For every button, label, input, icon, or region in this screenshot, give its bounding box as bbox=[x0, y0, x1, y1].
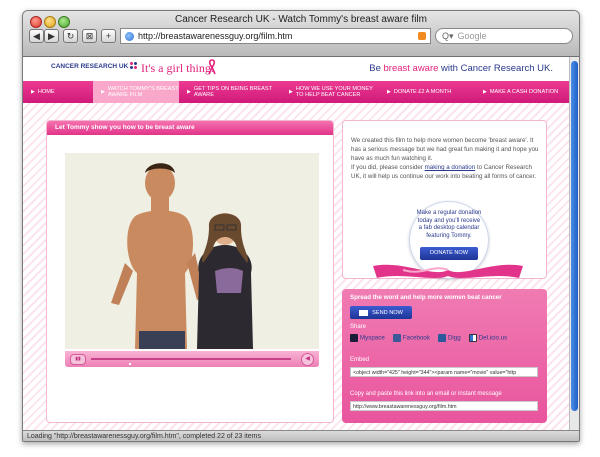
video-controls: ▮▮ ◀ bbox=[65, 351, 319, 367]
scrollbar-thumb[interactable] bbox=[571, 61, 578, 411]
video-player-panel: Let Tommy show you how to be breast awar… bbox=[46, 120, 334, 423]
share-panel: Spread the word and help more women beat… bbox=[342, 289, 547, 423]
myspace-icon bbox=[350, 334, 358, 342]
cancer-research-logo[interactable]: CANCER RESEARCH UK bbox=[51, 62, 139, 71]
embed-label: Embed bbox=[350, 357, 370, 363]
arrow-right-icon: ▶ bbox=[387, 88, 391, 95]
forward-arrow-icon: ▶ bbox=[48, 30, 55, 41]
nav-item-donate-monthly[interactable]: ▶ DONATE £2 A MONTH bbox=[379, 81, 475, 103]
vertical-scrollbar[interactable] bbox=[569, 57, 579, 430]
page-content: CANCER RESEARCH UK It's a girl thing. Be… bbox=[23, 57, 569, 430]
share-label: Share bbox=[350, 324, 367, 330]
plus-icon: + bbox=[105, 31, 112, 41]
arrow-right-icon: ▶ bbox=[187, 88, 191, 95]
site-header: CANCER RESEARCH UK It's a girl thing. Be… bbox=[23, 57, 569, 81]
play-icon: ▮▮ bbox=[75, 356, 81, 362]
tagline: It's a girl thing. bbox=[141, 61, 214, 75]
player-title: Let Tommy show you how to be breast awar… bbox=[47, 121, 333, 135]
share-myspace-link[interactable]: Myspace bbox=[350, 334, 385, 342]
brand-slogan: Be breast aware with Cancer Research UK. bbox=[369, 63, 553, 74]
logo-text: CANCER RESEARCH UK bbox=[51, 63, 129, 70]
arrow-right-icon: ▶ bbox=[31, 88, 35, 95]
nav-item-home[interactable]: ▶ HOME bbox=[23, 81, 93, 103]
back-button[interactable]: ◀ bbox=[29, 29, 44, 43]
address-text: http://breastawarenessguy.org/film.htm bbox=[138, 31, 293, 41]
volume-button[interactable]: ◀ bbox=[301, 353, 314, 366]
copy-link-label: Copy and paste this link into an email o… bbox=[350, 391, 502, 397]
bookmark-icon: ⊠ bbox=[85, 30, 94, 41]
send-now-button[interactable]: SEND NOW bbox=[350, 306, 412, 319]
back-arrow-icon: ◀ bbox=[33, 30, 40, 41]
calendar-offer-text: Make a regular donation today and you'll… bbox=[416, 210, 482, 239]
search-placeholder: Google bbox=[457, 31, 487, 41]
arrow-right-icon: ▶ bbox=[289, 88, 293, 95]
browser-titlebar: Cancer Research UK - Watch Tommy's breas… bbox=[23, 11, 579, 57]
speaker-icon: ◀ bbox=[305, 356, 310, 362]
delicious-icon bbox=[468, 334, 477, 342]
making-donation-link[interactable]: making a donation bbox=[425, 164, 476, 171]
info-panel: We created this film to help more women … bbox=[342, 120, 547, 279]
digg-icon bbox=[437, 334, 446, 342]
envelope-icon bbox=[359, 309, 369, 316]
pink-ribbon-icon bbox=[208, 59, 216, 75]
globe-icon bbox=[125, 31, 134, 41]
rss-icon[interactable] bbox=[418, 32, 426, 40]
status-bar: Loading "http://breastawarenessguy.org/f… bbox=[23, 430, 579, 441]
facebook-icon bbox=[392, 334, 401, 342]
share-link-field[interactable]: http://www.breastawarenessguy.org/film.h… bbox=[350, 401, 538, 411]
share-links: Myspace Facebook Digg Del.icio.us bbox=[350, 334, 507, 342]
browser-window: Cancer Research UK - Watch Tommy's breas… bbox=[22, 10, 580, 442]
video-still-image bbox=[65, 153, 319, 349]
arrow-right-icon: ▶ bbox=[101, 88, 105, 95]
bookmark-button[interactable]: ⊠ bbox=[82, 29, 97, 43]
play-button[interactable]: ▮▮ bbox=[70, 354, 86, 365]
video-scrubber[interactable] bbox=[91, 358, 291, 360]
search-field[interactable]: Q▾ Google bbox=[435, 28, 573, 44]
intro-text: We created this film to help more women … bbox=[351, 137, 539, 162]
embed-code-field[interactable]: <object width="425" height="344"><param … bbox=[350, 367, 538, 377]
share-delicious-link[interactable]: Del.icio.us bbox=[468, 334, 507, 342]
window-title: Cancer Research UK - Watch Tommy's breas… bbox=[175, 14, 427, 25]
nav-item-how-we-use-money[interactable]: ▶ HOW WE USE YOUR MONEY TO HELP BEAT CANC… bbox=[281, 81, 379, 103]
main-nav: ▶ HOME ▶ WATCH TOMMY'S BREAST AWARE FILM ▶… bbox=[23, 81, 569, 103]
video-frame[interactable] bbox=[65, 153, 319, 349]
reload-icon: ↻ bbox=[66, 30, 75, 41]
nav-item-cash-donation[interactable]: ▶ MAKE A CASH DONATION bbox=[475, 81, 569, 103]
arrow-right-icon: ▶ bbox=[483, 88, 487, 95]
share-title: Spread the word and help more women beat… bbox=[350, 294, 502, 301]
share-facebook-link[interactable]: Facebook bbox=[392, 334, 430, 342]
pink-ribbon-banner-icon bbox=[373, 264, 523, 278]
scrubber-handle[interactable] bbox=[129, 363, 131, 365]
nav-item-tips[interactable]: ▶ GET TIPS ON BEING BREAST AWARE bbox=[179, 81, 281, 103]
forward-button[interactable]: ▶ bbox=[44, 29, 59, 43]
nav-item-watch-film[interactable]: ▶ WATCH TOMMY'S BREAST AWARE FILM bbox=[93, 81, 179, 103]
add-bookmark-button[interactable]: + bbox=[101, 29, 116, 43]
reload-button[interactable]: ↻ bbox=[63, 29, 78, 43]
address-bar[interactable]: http://breastawarenessguy.org/film.htm bbox=[120, 28, 431, 44]
share-digg-link[interactable]: Digg bbox=[437, 334, 461, 342]
logo-dots-icon bbox=[130, 62, 139, 71]
search-icon: Q▾ bbox=[442, 30, 454, 41]
donation-text: If you did, please consider making a don… bbox=[351, 164, 537, 180]
